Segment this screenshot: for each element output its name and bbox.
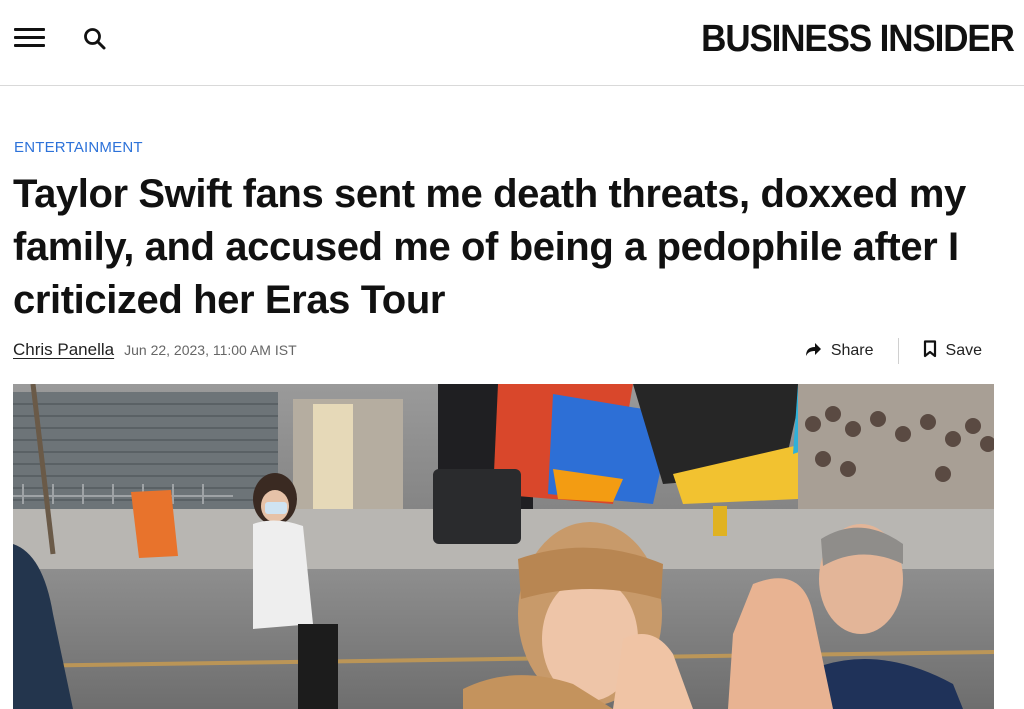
share-arrow-icon bbox=[804, 341, 822, 362]
publish-date: Jun 22, 2023, 11:00 AM IST bbox=[124, 342, 297, 358]
category-link[interactable]: ENTERTAINMENT bbox=[14, 139, 143, 156]
share-button[interactable]: Share bbox=[804, 341, 874, 362]
byline: Chris Panella Jun 22, 2023, 11:00 AM IST bbox=[13, 340, 297, 362]
hero-image bbox=[13, 384, 994, 709]
action-divider bbox=[897, 338, 899, 364]
brand-logo[interactable]: BUSINESS INSIDER bbox=[701, 17, 1015, 61]
share-label: Share bbox=[830, 342, 874, 359]
article-actions: Share Save bbox=[804, 337, 982, 365]
author-link[interactable]: Chris Panella bbox=[13, 340, 114, 360]
site-header: BUSINESS INSIDER bbox=[0, 0, 1024, 86]
save-label: Save bbox=[945, 342, 982, 359]
article-headline: Taylor Swift fans sent me death threats,… bbox=[13, 172, 966, 322]
search-icon[interactable] bbox=[82, 26, 108, 52]
hamburger-menu-icon[interactable] bbox=[14, 26, 46, 50]
bookmark-icon bbox=[923, 339, 937, 363]
save-button[interactable]: Save bbox=[923, 339, 982, 363]
hero-photo-illustration bbox=[13, 384, 994, 709]
